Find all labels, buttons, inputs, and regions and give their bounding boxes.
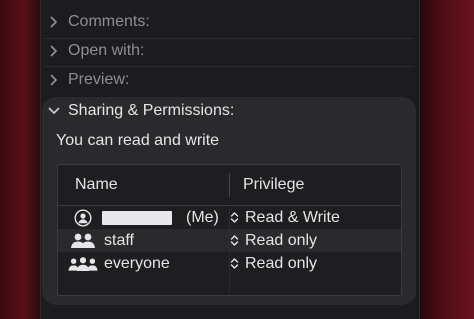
- column-divider-body: [229, 207, 230, 293]
- row-name: staff: [104, 231, 134, 249]
- up-down-chevron-icon: [230, 211, 242, 224]
- desktop-background-right: [416, 0, 474, 319]
- privilege-popup[interactable]: Read only: [230, 255, 317, 273]
- person-circle-icon: [68, 208, 98, 228]
- redacted-username: [102, 210, 172, 225]
- chevron-right-icon: [48, 73, 60, 87]
- chevron-right-icon: [48, 15, 60, 29]
- privilege-value: Read only: [245, 231, 318, 249]
- divider: [44, 66, 414, 67]
- section-sharing-label: Sharing & Permissions:: [68, 102, 235, 119]
- column-header-privilege[interactable]: Privilege: [243, 165, 304, 205]
- privilege-value: Read & Write: [245, 208, 340, 226]
- privilege-popup[interactable]: Read only: [230, 232, 317, 250]
- section-comments-label: Comments:: [68, 13, 150, 30]
- privilege-popup[interactable]: Read & Write: [230, 209, 340, 227]
- privilege-value: Read only: [245, 254, 318, 272]
- chevron-right-icon: [48, 44, 60, 58]
- column-divider: [229, 173, 230, 197]
- desktop-background-left: [0, 0, 40, 319]
- section-open-with-label: Open with:: [68, 42, 145, 59]
- chevron-down-icon: [48, 104, 60, 118]
- row-name: everyone: [104, 254, 170, 272]
- permissions-table: Name Privilege (Me) Read & Write staff R…: [57, 164, 402, 296]
- row-me-suffix: (Me): [186, 208, 219, 226]
- column-header-name[interactable]: Name: [75, 165, 118, 205]
- section-preview-label: Preview:: [68, 71, 130, 88]
- section-preview[interactable]: Preview:: [48, 68, 129, 92]
- up-down-chevron-icon: [230, 234, 242, 247]
- section-sharing-permissions[interactable]: Sharing & Permissions:: [48, 99, 234, 123]
- permission-summary: You can read and write: [56, 132, 220, 149]
- section-comments[interactable]: Comments:: [48, 10, 150, 34]
- two-people-icon: [68, 231, 98, 251]
- up-down-chevron-icon: [230, 257, 242, 270]
- three-people-icon: [68, 254, 98, 274]
- section-open-with[interactable]: Open with:: [48, 39, 144, 63]
